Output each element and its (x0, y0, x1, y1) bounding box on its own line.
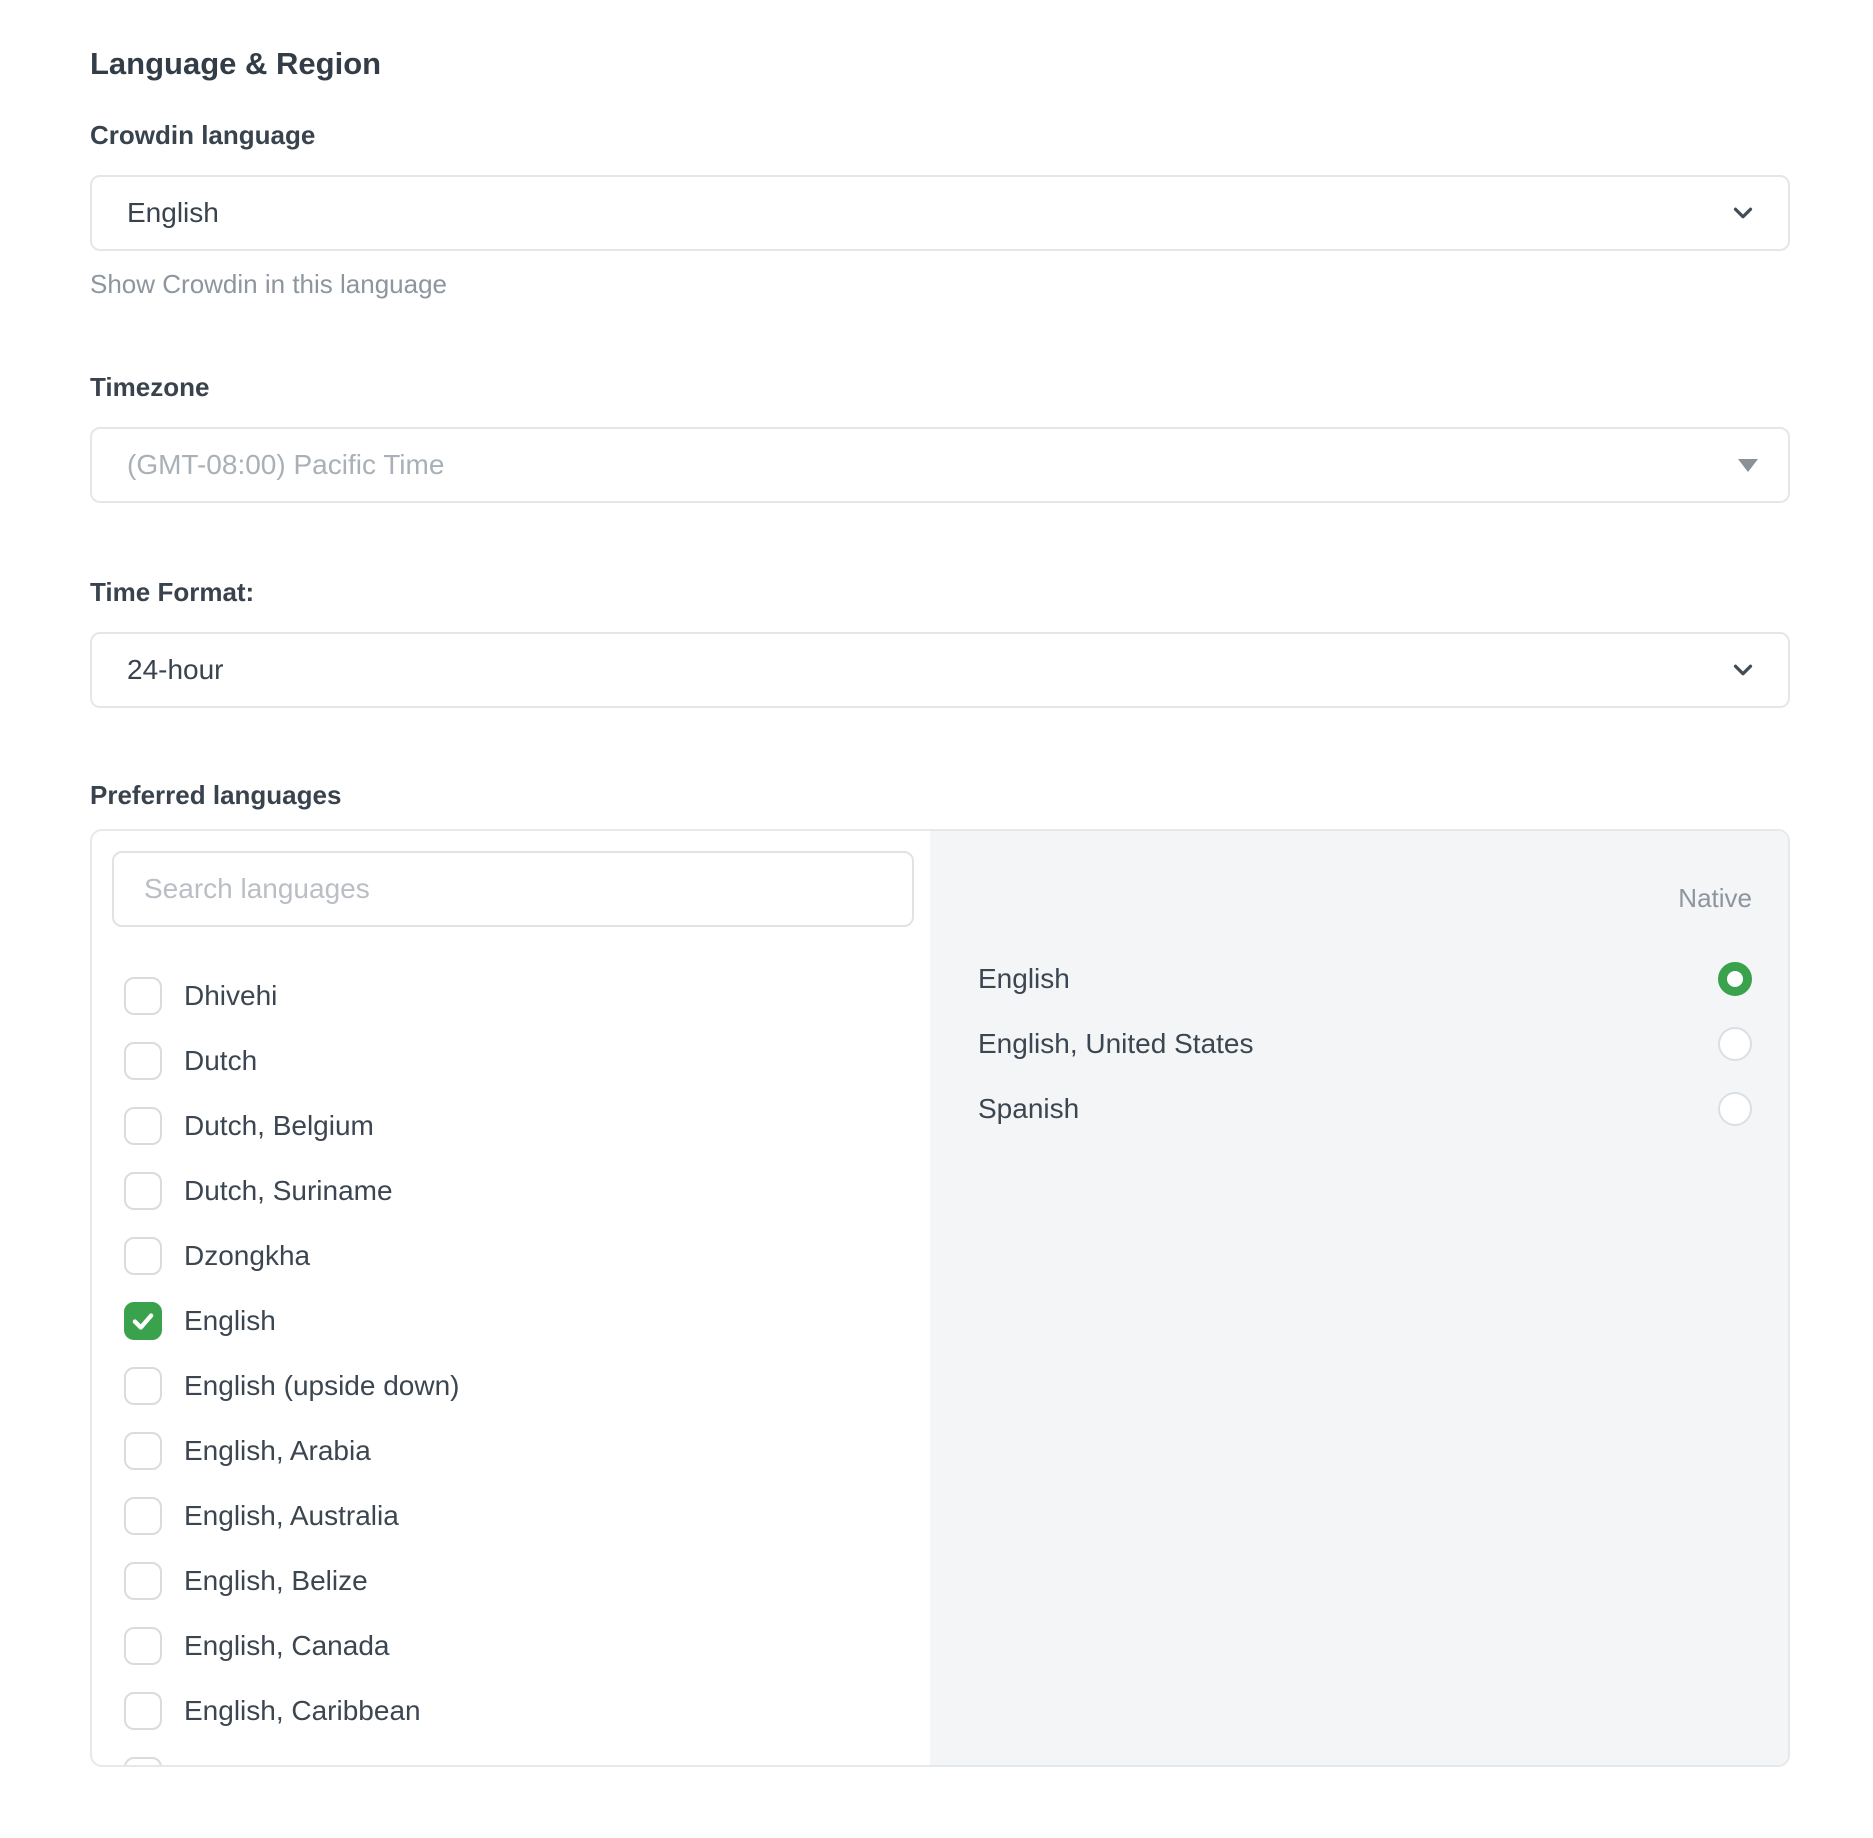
language-label: English, Belize (184, 1565, 368, 1597)
selected-languages-column: Native English English, United States Sp… (930, 831, 1788, 1765)
language-list-item[interactable]: English, Belize (112, 1548, 914, 1613)
language-label: Dutch (184, 1045, 257, 1077)
language-list-item[interactable]: Dutch, Suriname (112, 1158, 914, 1223)
selected-language-row: English (978, 946, 1752, 1011)
native-radio[interactable] (1718, 1092, 1752, 1126)
language-label: English, China (184, 1760, 365, 1768)
selected-language-row: Spanish (978, 1076, 1752, 1141)
page-title: Language & Region (90, 46, 1790, 82)
time-format-select[interactable]: 24-hour (90, 632, 1790, 708)
language-label: Dzongkha (184, 1240, 310, 1272)
available-languages-list: Dhivehi Dutch Dutch, Belgium Dutch, Suri… (112, 963, 914, 1767)
language-checkbox[interactable] (124, 977, 162, 1015)
selected-language-row: English, United States (978, 1011, 1752, 1076)
timezone-label: Timezone (90, 372, 1790, 403)
selected-language-label: Spanish (978, 1093, 1079, 1125)
native-column-header: Native (978, 883, 1752, 914)
language-list-item[interactable]: Dzongkha (112, 1223, 914, 1288)
language-checkbox[interactable] (124, 1497, 162, 1535)
language-label: English, Caribbean (184, 1695, 421, 1727)
language-label: English, Canada (184, 1630, 389, 1662)
language-label: English (upside down) (184, 1370, 460, 1402)
language-list-item[interactable]: English (112, 1288, 914, 1353)
timezone-select[interactable]: (GMT-08:00) Pacific Time (90, 427, 1790, 503)
language-list-item[interactable]: English, Arabia (112, 1418, 914, 1483)
language-checkbox[interactable] (124, 1172, 162, 1210)
language-list-item[interactable]: English, Australia (112, 1483, 914, 1548)
language-label: English, Arabia (184, 1435, 371, 1467)
language-checkbox[interactable] (124, 1562, 162, 1600)
language-list-item[interactable]: English (upside down) (112, 1353, 914, 1418)
language-checkbox[interactable] (124, 1107, 162, 1145)
language-list-item[interactable]: English, China (112, 1743, 914, 1767)
available-languages-column: Dhivehi Dutch Dutch, Belgium Dutch, Suri… (92, 831, 930, 1765)
language-label: Dutch, Suriname (184, 1175, 393, 1207)
language-list-item[interactable]: English, Caribbean (112, 1678, 914, 1743)
language-label: Dhivehi (184, 980, 277, 1012)
time-format-label: Time Format: (90, 577, 1790, 608)
check-icon (130, 1308, 156, 1334)
timezone-value: (GMT-08:00) Pacific Time (127, 449, 444, 481)
search-languages-input[interactable] (112, 851, 914, 927)
chevron-down-icon (1728, 655, 1758, 685)
preferred-languages-label: Preferred languages (90, 780, 1790, 811)
language-region-settings: Language & Region Crowdin language Engli… (90, 0, 1790, 1767)
language-list-item[interactable]: Dhivehi (112, 963, 914, 1028)
crowdin-language-value: English (127, 197, 219, 229)
language-label: English, Australia (184, 1500, 399, 1532)
language-checkbox[interactable] (124, 1042, 162, 1080)
language-checkbox[interactable] (124, 1367, 162, 1405)
language-label: English (184, 1305, 276, 1337)
time-format-value: 24-hour (127, 654, 224, 686)
language-checkbox[interactable] (124, 1627, 162, 1665)
chevron-down-icon (1728, 198, 1758, 228)
crowdin-language-label: Crowdin language (90, 120, 1790, 151)
native-radio[interactable] (1718, 962, 1752, 996)
language-checkbox[interactable] (124, 1237, 162, 1275)
preferred-languages-panel: Dhivehi Dutch Dutch, Belgium Dutch, Suri… (90, 829, 1790, 1767)
native-radio[interactable] (1718, 1027, 1752, 1061)
selected-language-label: English, United States (978, 1028, 1254, 1060)
selected-languages-list: English English, United States Spanish (978, 946, 1752, 1141)
crowdin-language-select[interactable]: English (90, 175, 1790, 251)
triangle-down-icon (1738, 459, 1758, 472)
language-checkbox[interactable] (124, 1692, 162, 1730)
language-list-item[interactable]: English, Canada (112, 1613, 914, 1678)
language-list-item[interactable]: Dutch (112, 1028, 914, 1093)
language-list-item[interactable]: Dutch, Belgium (112, 1093, 914, 1158)
language-checkbox[interactable] (124, 1757, 162, 1768)
selected-language-label: English (978, 963, 1070, 995)
crowdin-language-help: Show Crowdin in this language (90, 269, 1790, 300)
language-checkbox[interactable] (124, 1432, 162, 1470)
language-label: Dutch, Belgium (184, 1110, 374, 1142)
language-checkbox[interactable] (124, 1302, 162, 1340)
